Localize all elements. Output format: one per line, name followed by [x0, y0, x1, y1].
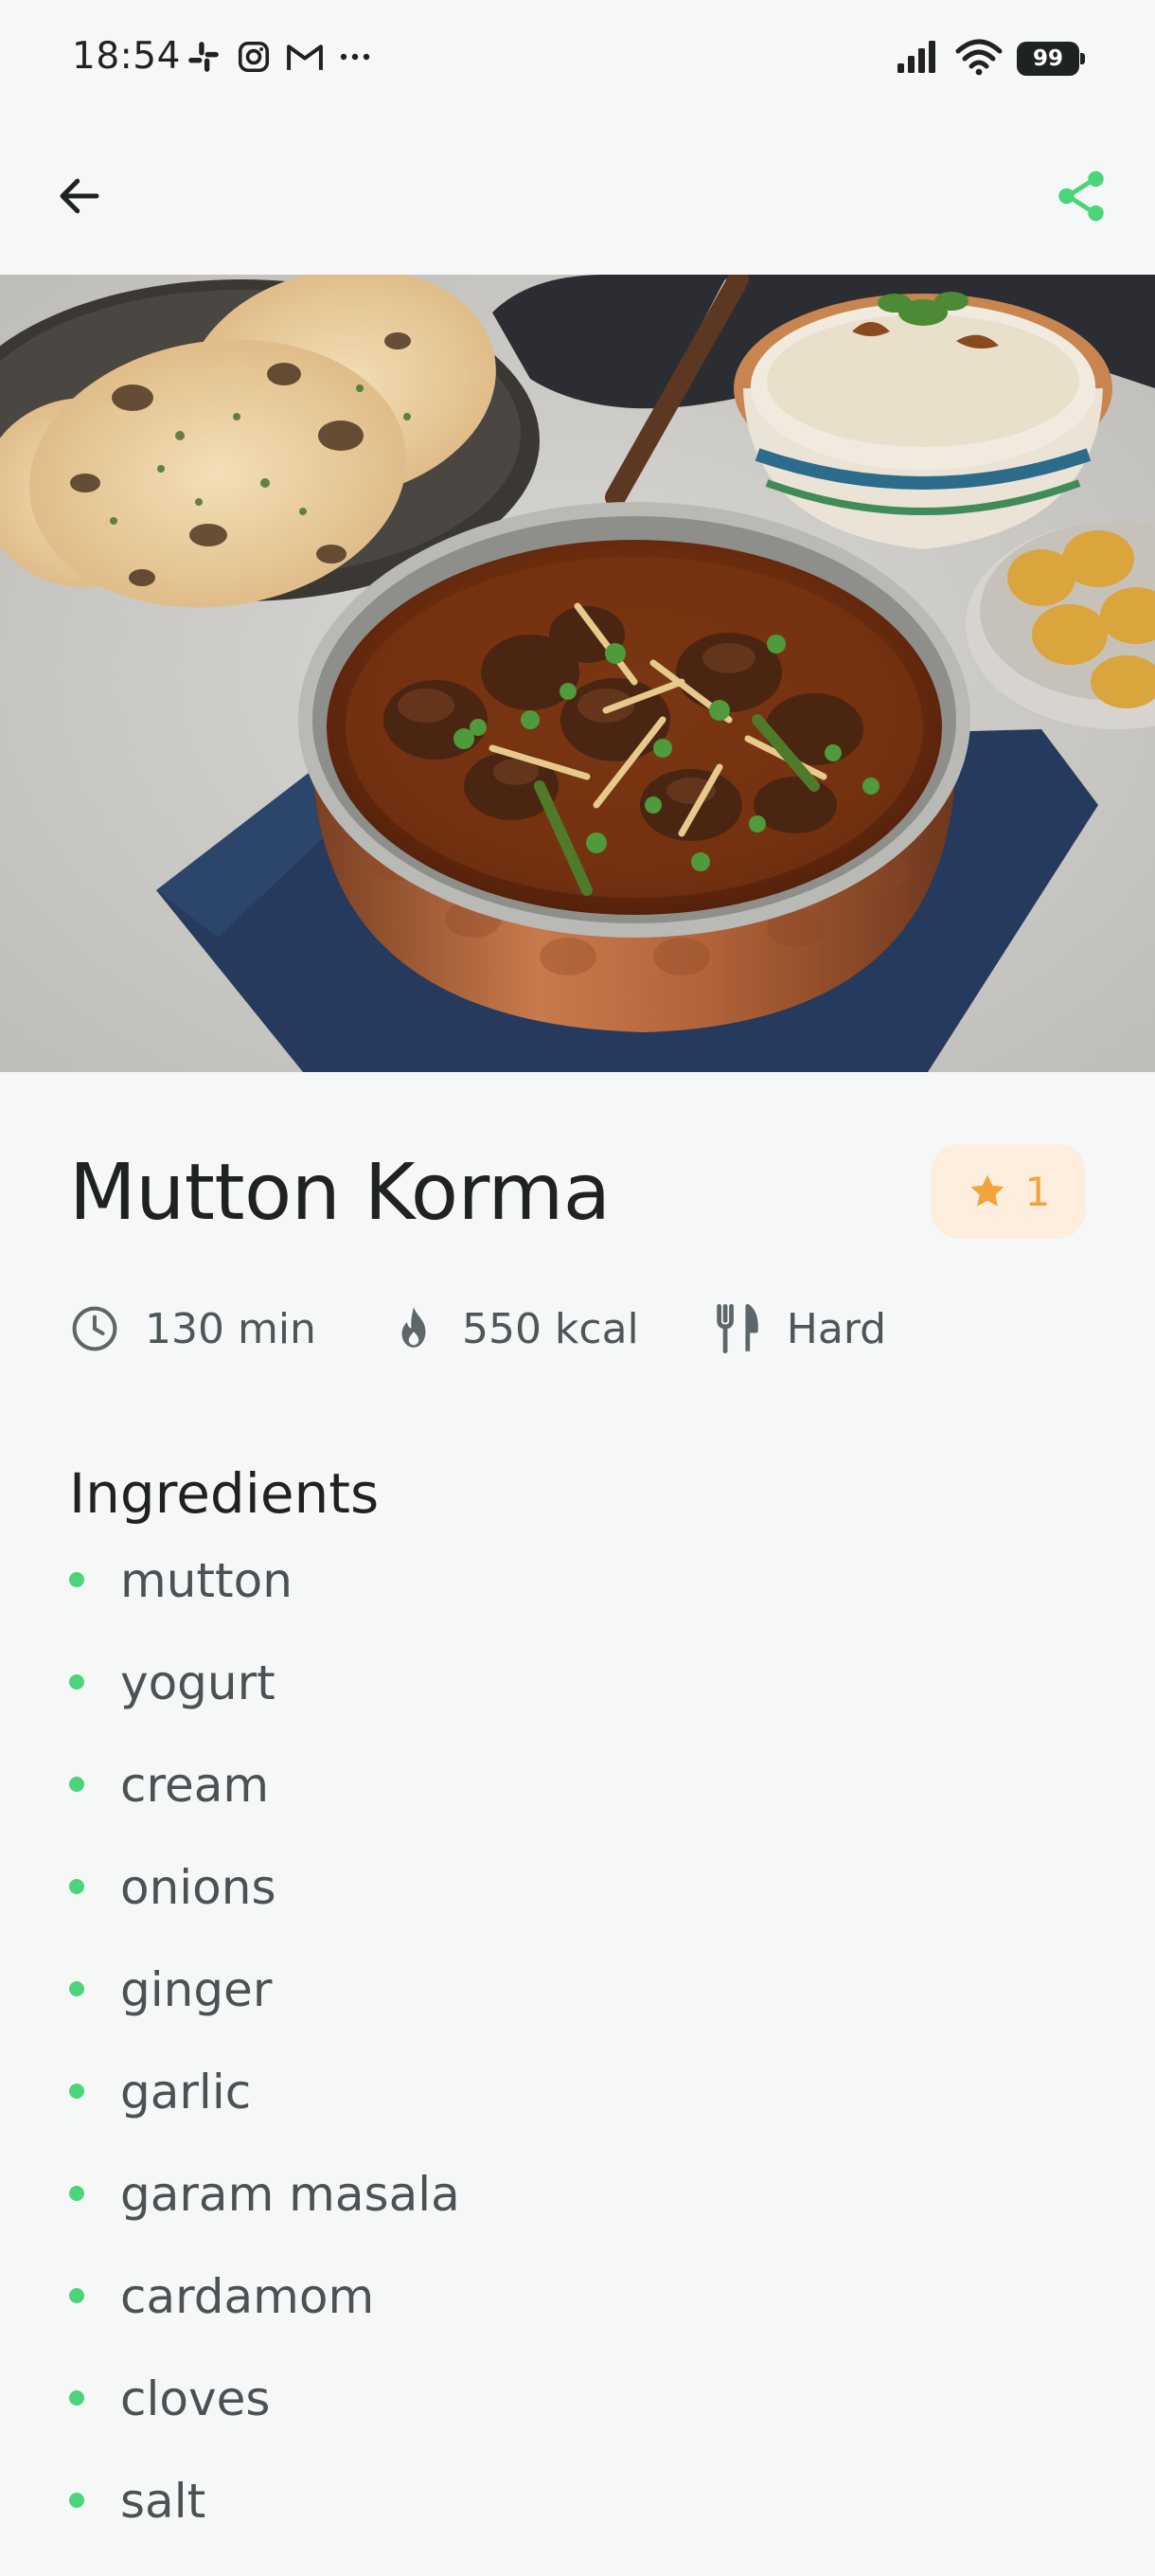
bullet-icon: [69, 1674, 84, 1690]
ingredient-name: yogurt: [120, 1655, 275, 1710]
list-item: mutton: [69, 1553, 460, 1655]
wifi-icon: [954, 38, 1004, 80]
list-item: garlic: [69, 2065, 460, 2167]
system-icons: 99: [896, 38, 1085, 80]
status-bar: 18:54 99: [0, 0, 1155, 118]
app-bar: [0, 118, 1155, 275]
difficulty: Hard: [713, 1302, 886, 1355]
instagram-icon: [237, 40, 271, 74]
recipe-hero-image: [0, 275, 1155, 1072]
bullet-icon: [69, 2493, 84, 2508]
bullet-icon: [69, 2186, 84, 2201]
battery-icon: 99: [1017, 42, 1085, 76]
ingredient-name: salt: [120, 2474, 206, 2529]
list-item: salt: [69, 2474, 460, 2576]
back-button[interactable]: [49, 166, 110, 226]
bullet-icon: [69, 1981, 84, 1996]
list-item: cardamom: [69, 2269, 460, 2371]
title-row: Mutton Korma 1: [69, 1144, 1086, 1248]
slack-icon: [186, 39, 222, 75]
ingredient-name: cream: [120, 1758, 270, 1813]
list-item: onions: [69, 1860, 460, 1962]
more-dots-icon: [339, 51, 371, 63]
share-icon: [1058, 170, 1104, 222]
rating-value: 1: [1024, 1168, 1051, 1215]
ingredient-name: mutton: [120, 1553, 293, 1608]
bullet-icon: [69, 2390, 84, 2406]
ingredient-name: garlic: [120, 2065, 252, 2120]
list-item: cloves: [69, 2371, 460, 2474]
bullet-icon: [69, 2288, 84, 2303]
recipe-title: Mutton Korma: [69, 1148, 611, 1238]
star-icon: [970, 1174, 1004, 1207]
cook-time: 130 min: [69, 1303, 316, 1354]
notification-icons: [186, 39, 371, 75]
rating-badge[interactable]: 1: [931, 1144, 1086, 1239]
cook-time-value: 130 min: [145, 1304, 316, 1353]
difficulty-value: Hard: [786, 1304, 887, 1353]
recipe-details: Mutton Korma 1 130 min 550 kcal Hard Ing…: [0, 1072, 1155, 2568]
ingredient-name: cardamom: [120, 2269, 375, 2324]
bullet-icon: [69, 1572, 84, 1587]
ingredients-title: Ingredients: [69, 1461, 380, 1526]
list-item: ginger: [69, 1962, 460, 2065]
ingredient-list: mutton yogurt cream onions ginger garlic…: [69, 1553, 460, 2576]
recipe-meta-row: 130 min 550 kcal Hard: [69, 1296, 960, 1362]
status-time: 18:54: [72, 35, 181, 78]
ingredient-name: onions: [120, 1860, 276, 1915]
ingredient-name: garam masala: [120, 2167, 460, 2222]
clock-icon: [72, 1306, 117, 1351]
bullet-icon: [69, 2084, 84, 2099]
signal-icon: [896, 39, 941, 79]
calories-value: 550 kcal: [461, 1304, 639, 1353]
arrow-back-icon: [60, 178, 99, 214]
list-item: garam masala: [69, 2167, 460, 2269]
list-item: cream: [69, 1758, 460, 1860]
ingredient-name: cloves: [120, 2371, 271, 2426]
restaurant-icon: [717, 1303, 758, 1354]
share-button[interactable]: [1049, 164, 1113, 228]
ingredient-name: ginger: [120, 1962, 273, 2017]
flame-icon: [401, 1307, 426, 1348]
bullet-icon: [69, 1879, 84, 1894]
bullet-icon: [69, 1777, 84, 1792]
calories: 550 kcal: [390, 1303, 639, 1354]
list-item: yogurt: [69, 1655, 460, 1758]
gmail-icon: [286, 41, 324, 73]
